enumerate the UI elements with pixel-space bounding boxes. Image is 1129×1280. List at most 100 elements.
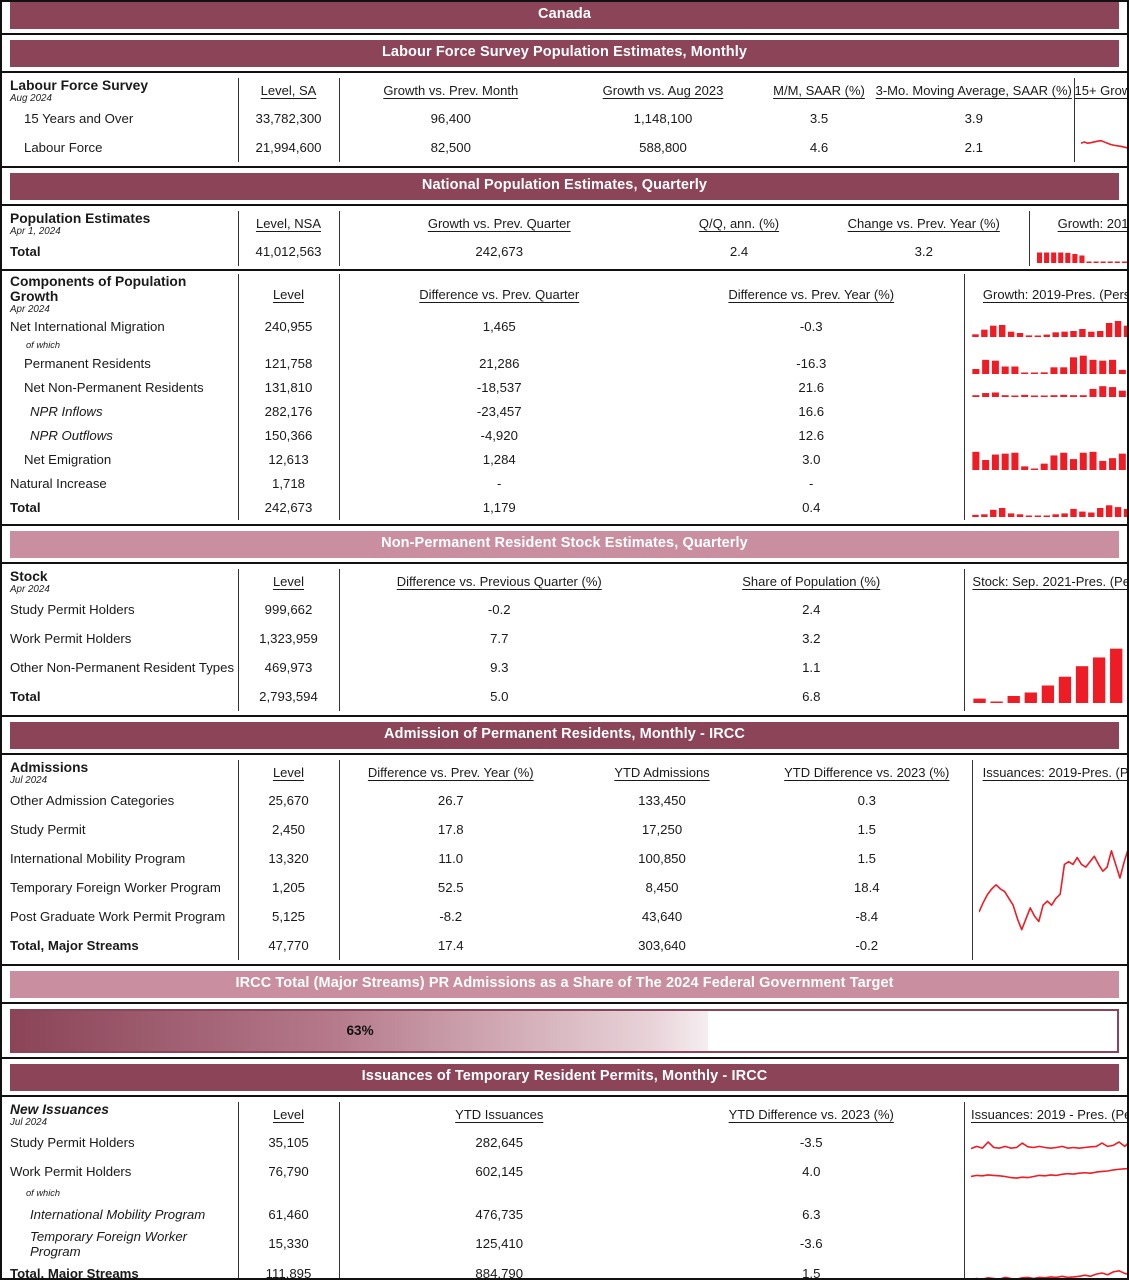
table-row: Total 242,673 1,179 0.4 [10,495,1127,520]
row-label: Labour Force [24,139,103,155]
section-banner-issuances: Issuances of Temporary Resident Permits,… [10,1063,1119,1091]
row-label: Other Non-Permanent Resident Types [10,659,235,675]
table-row: Work Permit Holders 1,323,959 7.7 3.2 [10,623,1127,653]
table-row: of which [10,1185,1127,1200]
cell-diff-year: 12.6 [798,428,825,444]
cell-growth-prev-quarter: 242,673 [338,236,659,266]
table-row: Total 2,793,594 5.0 6.8 [10,681,1127,711]
table-row: 15 Years and Over 33,782,300 96,400 1,14… [10,103,1127,162]
cell-ytd-issuances: 602,145 [338,1156,659,1186]
cell-diff-quarter: -18,537 [338,375,659,400]
section-name: Population Estimates [10,210,151,226]
table-header-row: Stock Apr 2024 Level Difference vs. Prev… [10,568,1127,595]
cell-ytd-issuances: 282,645 [338,1127,659,1157]
cell-3mma: 2.1 [964,139,983,155]
cell-ytd-admissions: 17,250 [641,821,683,837]
divider [2,1056,1127,1059]
row-label: Net International Migration [10,319,165,335]
row-label: International Mobility Program [30,1206,206,1222]
table-row: Post Graduate Work Permit Program 5,125 … [10,901,1127,931]
column-header-diff-prev-year: Difference vs. Prev. Year (%) [728,286,895,302]
cell-ytd-issuances: 125,410 [338,1228,659,1259]
row-label: Total [10,243,41,259]
sparkline-cell-netemig [963,447,1127,472]
cell-ytd-diff: -0.2 [855,937,879,953]
cell-ytd-diff: -3.6 [799,1236,823,1252]
divider [2,714,1127,717]
table-row: Total, Major Streams 47,770 17.4 303,640… [10,930,1127,960]
column-header-spark-npr-stock: Stock: Sep. 2021-Pres. (Persons) [972,574,1127,590]
cell-share: 1.1 [802,659,821,675]
divider [2,561,1127,564]
cell-diff-quarter: -4,920 [338,423,659,448]
sparkline-cell-admissions [971,785,1127,960]
cell-diff-year: - [809,476,814,492]
table-issuances: New Issuances Jul 2024 Level YTD Issuanc… [10,1101,1127,1278]
section-name: Components of Population Growth [10,273,187,304]
cell-level: 121,758 [237,351,339,376]
progress-percent-label: 63% [346,1023,374,1039]
column-header-ytd-diff-2023: YTD Difference vs. 2023 (%) [728,1107,894,1123]
cell-diff-prev-year: 26.7 [338,785,562,815]
row-label: Study Permit [10,821,86,837]
sparkline-cell-npr [963,375,1127,400]
table-row: Study Permit Holders 999,662 -0.2 2.4 [10,594,1127,711]
cell-level: 1,323,959 [237,623,339,653]
column-header-ytd-admissions: YTD Admissions [614,765,710,781]
cell-share: 2.4 [802,601,821,617]
pr-target-progress-bar: 63% [10,1008,1119,1053]
sparkline-cell-issuances-total [963,1258,1127,1278]
table-labour-force: Labour Force Survey Aug 2024 Level, SA G… [10,77,1128,162]
section-name: Labour Force Survey [10,77,149,93]
row-label: Net Emigration [24,452,112,468]
sparkline-cell-pr [963,351,1127,376]
row-label: Other Admission Categories [10,792,175,808]
cell-diff-quarter: -0.2 [338,594,659,624]
column-header-spark-lfs: 15+ Growth, 3-MMA: 2019-Pres. (%) [1074,83,1128,99]
table-row: International Mobility Program 61,460 47… [10,1199,1127,1229]
sparkline-cell-natpop [1028,236,1127,266]
divider [2,70,1127,73]
sparkline-cell-npr-stock [963,594,1127,711]
section-date: Apr 2024 [10,583,50,595]
section-banner-npr-stock: Non-Permanent Resident Stock Estimates, … [10,530,1119,558]
table-header-row: Population Estimates Apr 1, 2024 Level, … [10,210,1127,237]
table-row: Work Permit Holders 76,790 602,145 4.0 [10,1156,1127,1186]
cell-diff-year: 16.6 [798,404,825,420]
cell-diff-prev-year: 17.8 [338,814,562,844]
cell-diff-prev-year: -8.2 [338,901,562,931]
table-row: Net Emigration 12,613 1,284 3.0 [10,447,1127,472]
cell-share: 6.8 [802,688,821,704]
row-label: Total [10,500,41,516]
cell-diff-year: -16.3 [796,356,827,372]
cell-diff-prev-year: 11.0 [338,843,562,873]
cell-growth-aug: 588,800 [639,139,687,155]
cell-ytd-diff: -3.5 [799,1134,823,1150]
table-row: Total 41,012,563 242,673 2.4 3.2 [10,236,1127,266]
cell-level: 47,770 [237,930,339,960]
cell-level: 242,673 [237,495,339,520]
row-label: Temporary Foreign Worker Program [30,1228,188,1259]
section-name: Stock [10,568,48,584]
row-label: International Mobility Program [10,850,186,866]
divider [2,32,1127,35]
column-header-level-nsa: Level, NSA [255,216,322,232]
column-header-spark-issuances: Issuances: 2019 - Pres. (Persons) [970,1107,1127,1123]
row-label: NPR Outflows [30,428,113,444]
row-label: Total [10,688,41,704]
cell-qq-ann: 2.4 [729,243,749,259]
cell-diff-year: 21.6 [798,380,825,396]
cell-level: 2,793,594 [237,681,339,711]
cell-ytd-diff: 1.5 [857,850,876,866]
cell-ytd-admissions: 8,450 [645,879,679,895]
sparkline-cell-nim [963,314,1127,339]
cell-diff-quarter: 9.3 [338,652,659,682]
cell-diff-quarter: 1,284 [338,447,659,472]
cell-level: 25,670 [237,785,339,815]
section-issuances: New Issuances Jul 2024 Level YTD Issuanc… [2,1101,1127,1278]
row-label: 15 Years and Over [24,110,134,126]
table-national-population: Population Estimates Apr 1, 2024 Level, … [10,210,1127,266]
cell-ytd-diff: 4.0 [802,1163,821,1179]
divider [2,1094,1127,1097]
dashboard-page: Canada Labour Force Survey Population Es… [0,0,1129,1280]
